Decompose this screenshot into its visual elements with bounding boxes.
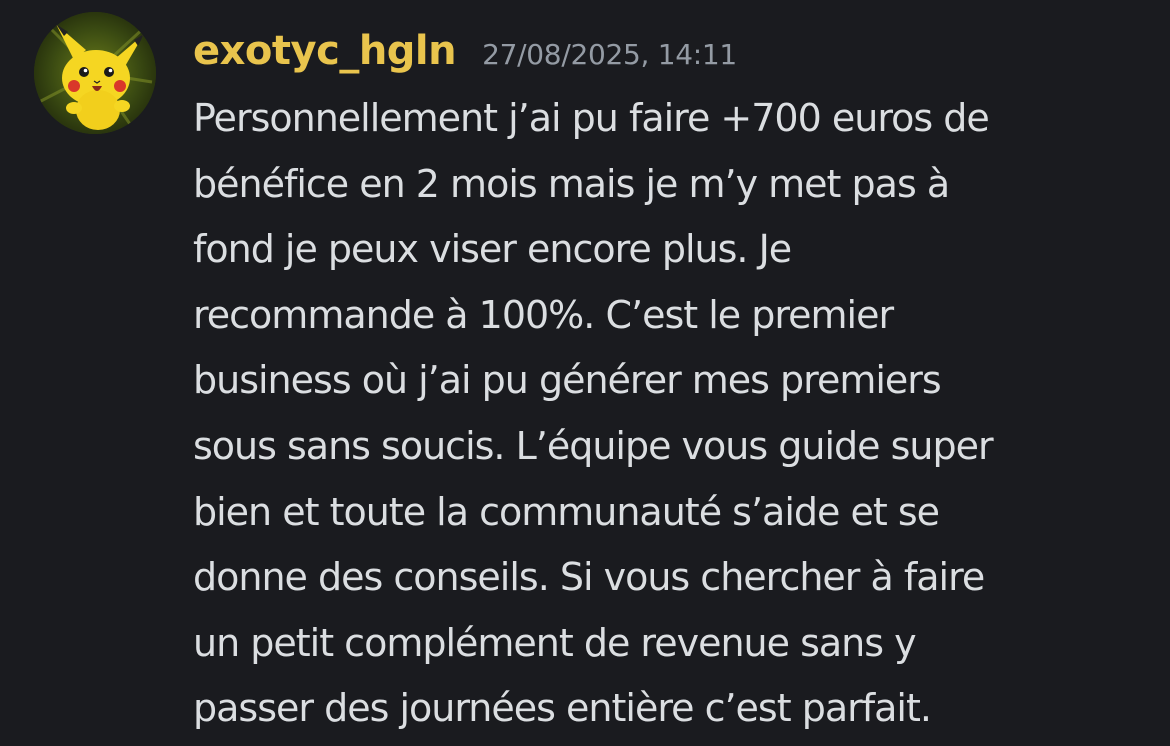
- message-content: Personnellement j’ai pu faire +700 euros…: [193, 86, 1153, 742]
- message-timestamp: 27/08/2025, 14:11: [482, 38, 737, 71]
- message-text-line: recommande à 100%. C’est le premier: [193, 292, 894, 337]
- message-text-line: un petit complément de revenue sans y: [193, 620, 917, 665]
- message-text-line: passer des journées entière c’est parfai…: [193, 686, 932, 731]
- chat-message: exotyc_hgln 27/08/2025, 14:11 Personnell…: [0, 0, 1170, 746]
- message-text-line: bénéfice en 2 mois mais je m’y met pas à: [193, 161, 950, 206]
- message-text-line: bien et toute la communauté s’aide et se: [193, 489, 940, 534]
- user-avatar[interactable]: [34, 12, 156, 134]
- message-text-line: Personnellement j’ai pu faire +700 euros…: [193, 96, 990, 140]
- username[interactable]: exotyc_hgln: [193, 28, 457, 74]
- message-text-line: business où j’ai pu générer mes premiers: [193, 358, 942, 403]
- message-text-line: donne des conseils. Si vous chercher à f…: [193, 555, 985, 600]
- pikachu-avatar-icon: [34, 12, 156, 134]
- message-header: exotyc_hgln 27/08/2025, 14:11: [193, 28, 737, 74]
- message-text-line: sous sans soucis. L’équipe vous guide su…: [193, 423, 994, 468]
- message-text-line: fond je peux viser encore plus. Je: [193, 227, 792, 272]
